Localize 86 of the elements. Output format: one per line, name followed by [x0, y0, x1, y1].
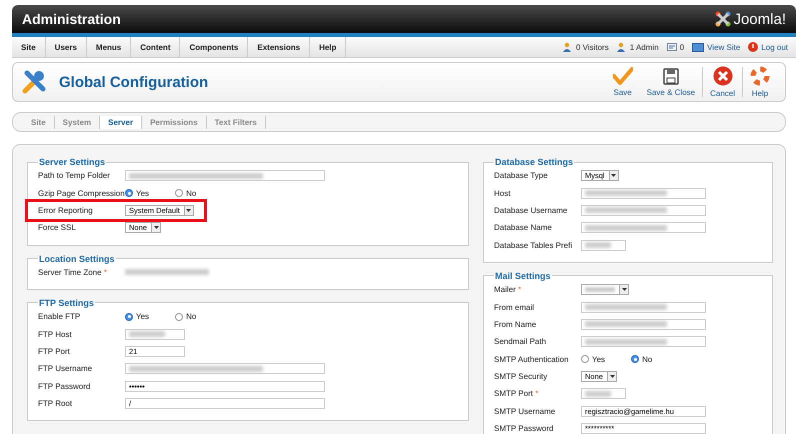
radio-option[interactable]: Yes [581, 354, 606, 364]
tab[interactable]: Server [100, 116, 142, 128]
menu-item[interactable]: Help [310, 37, 346, 57]
field-label: FTP Host [38, 330, 73, 339]
field-label: From Name [494, 320, 538, 329]
field-label: FTP Password [38, 382, 92, 391]
field-label: SMTP Password [494, 424, 554, 434]
header-title: Administration [22, 11, 121, 27]
group-title: Database Settings [494, 157, 574, 167]
caret-icon [610, 375, 614, 378]
radio-option[interactable]: No [175, 312, 196, 322]
field-label: Server Time Zone * [38, 268, 108, 277]
menu-item[interactable]: Menus [86, 37, 132, 57]
input-field[interactable] [581, 204, 706, 216]
menu-item[interactable]: Content [131, 37, 180, 57]
field-label: Path to Temp Folder [38, 171, 111, 180]
lifebuoy-icon [750, 66, 770, 86]
input-field[interactable] [581, 240, 626, 251]
input-field[interactable] [581, 222, 706, 234]
toolbar-button[interactable]: Save & Close [640, 63, 702, 101]
group-title: Location Settings [38, 254, 116, 264]
radio-option[interactable]: No [631, 354, 652, 364]
field-label: SMTP Security [494, 372, 548, 382]
caret-icon [186, 208, 192, 212]
toolbar-button[interactable]: Save [606, 63, 640, 101]
field-label: Enable FTP [38, 312, 82, 322]
menu-item[interactable]: Components [180, 37, 248, 57]
radio-option[interactable]: No [175, 188, 196, 198]
blurred-value [585, 390, 611, 397]
field-label: Force SSL [38, 223, 77, 232]
caret-icon [611, 174, 616, 178]
message-icon [666, 43, 677, 51]
status-link[interactable]: View Site [707, 42, 740, 52]
field-label: Gzip Page Compression [38, 188, 125, 198]
field-label: SMTP Username [494, 406, 556, 416]
status-link[interactable]: 0 [680, 42, 684, 52]
logo: Joomla! [715, 10, 786, 28]
field-label: SMTP Authentication [494, 354, 570, 364]
page-title: Global Configuration [59, 74, 208, 90]
users-icon [616, 42, 627, 52]
field-label: SMTP Port * [494, 389, 540, 398]
caret-icon [154, 226, 158, 230]
logo-icon [715, 11, 732, 27]
status-link[interactable]: 0 Visitors [576, 42, 609, 52]
field-label: Host [494, 188, 512, 198]
field-label: From email [494, 302, 536, 312]
toolbar-button[interactable]: Cancel [703, 63, 742, 101]
blurred-value [129, 331, 166, 338]
input-field[interactable] [581, 188, 706, 199]
field-label: Database Name [494, 223, 553, 232]
menu-item[interactable]: Users [46, 37, 87, 57]
caret-icon [622, 288, 626, 292]
group-title: FTP Settings [38, 298, 95, 308]
field-label: Database Username [494, 206, 568, 215]
field-label: FTP Root [38, 399, 74, 408]
field-label: Error Reporting [38, 206, 94, 215]
field-label: Database Type [494, 171, 549, 180]
group-title: Server Settings [38, 157, 106, 167]
group-title: Mail Settings [494, 270, 552, 281]
blurred-value [585, 242, 611, 248]
input-field[interactable] [581, 302, 706, 313]
toolbar-button[interactable]: Help [743, 63, 777, 101]
field-label: FTP Port [38, 346, 71, 356]
close-icon [712, 66, 733, 86]
status-link[interactable]: Log out [761, 42, 788, 52]
input-field[interactable] [581, 336, 706, 348]
field-label: Database Tables Prefi [494, 240, 574, 250]
menu-item[interactable]: Extensions [248, 37, 310, 57]
radio-option[interactable]: Yes [125, 188, 150, 198]
field-label: Mailer * [494, 285, 522, 294]
radio-option[interactable]: Yes [125, 312, 150, 322]
wrench-screwdriver-icon [21, 69, 47, 95]
checkmark-icon [612, 67, 633, 85]
input-field[interactable] [125, 363, 325, 374]
monitor-icon [692, 42, 704, 52]
input-field[interactable] [125, 328, 185, 340]
input-field[interactable] [581, 388, 626, 400]
input-field[interactable] [125, 170, 325, 182]
power-icon [748, 42, 758, 52]
field-label: FTP Username [38, 364, 94, 374]
input-field[interactable] [581, 318, 706, 330]
dropdown[interactable] [581, 284, 629, 296]
status-link[interactable]: 1 Admin [630, 42, 659, 52]
users-icon [562, 42, 573, 52]
field-label: Sendmail Path [494, 337, 548, 346]
menu-item[interactable]: Site [12, 37, 46, 57]
